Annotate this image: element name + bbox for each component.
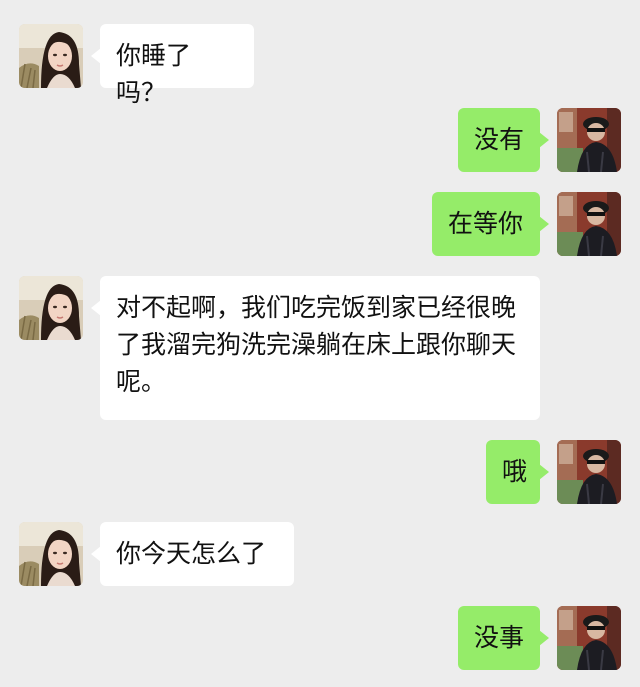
outgoing-message-bubble[interactable]: 没事 [458,606,549,670]
my-avatar-image [557,606,621,670]
chat-area[interactable]: 你睡了吗？ 没有 在等你 对不起啊，我们吃完饭到家已经很晚了我溜完狗洗完澡躺在床… [0,0,640,687]
outgoing-message-bubble[interactable]: 哦 [486,440,549,504]
outgoing-message-bubble[interactable]: 没有 [458,108,549,172]
my-avatar-image [557,440,621,504]
incoming-message-bubble[interactable]: 你今天怎么了 [91,522,294,586]
incoming-message-bubble[interactable]: 你睡了吗？ [91,24,254,107]
incoming-message-bubble[interactable]: 对不起啊，我们吃完饭到家已经很晚了我溜完狗洗完澡躺在床上跟你聊天呢。 [91,276,540,420]
my-avatar[interactable] [557,108,621,172]
contact-avatar[interactable] [19,276,83,340]
my-avatar-image [557,108,621,172]
contact-avatar-image [19,24,83,88]
contact-avatar-image [19,522,83,586]
outgoing-message-bubble[interactable]: 在等你 [432,192,549,256]
my-avatar[interactable] [557,440,621,504]
contact-avatar[interactable] [19,522,83,586]
my-avatar[interactable] [557,606,621,670]
my-avatar-image [557,192,621,256]
contact-avatar[interactable] [19,24,83,88]
contact-avatar-image [19,276,83,340]
my-avatar[interactable] [557,192,621,256]
